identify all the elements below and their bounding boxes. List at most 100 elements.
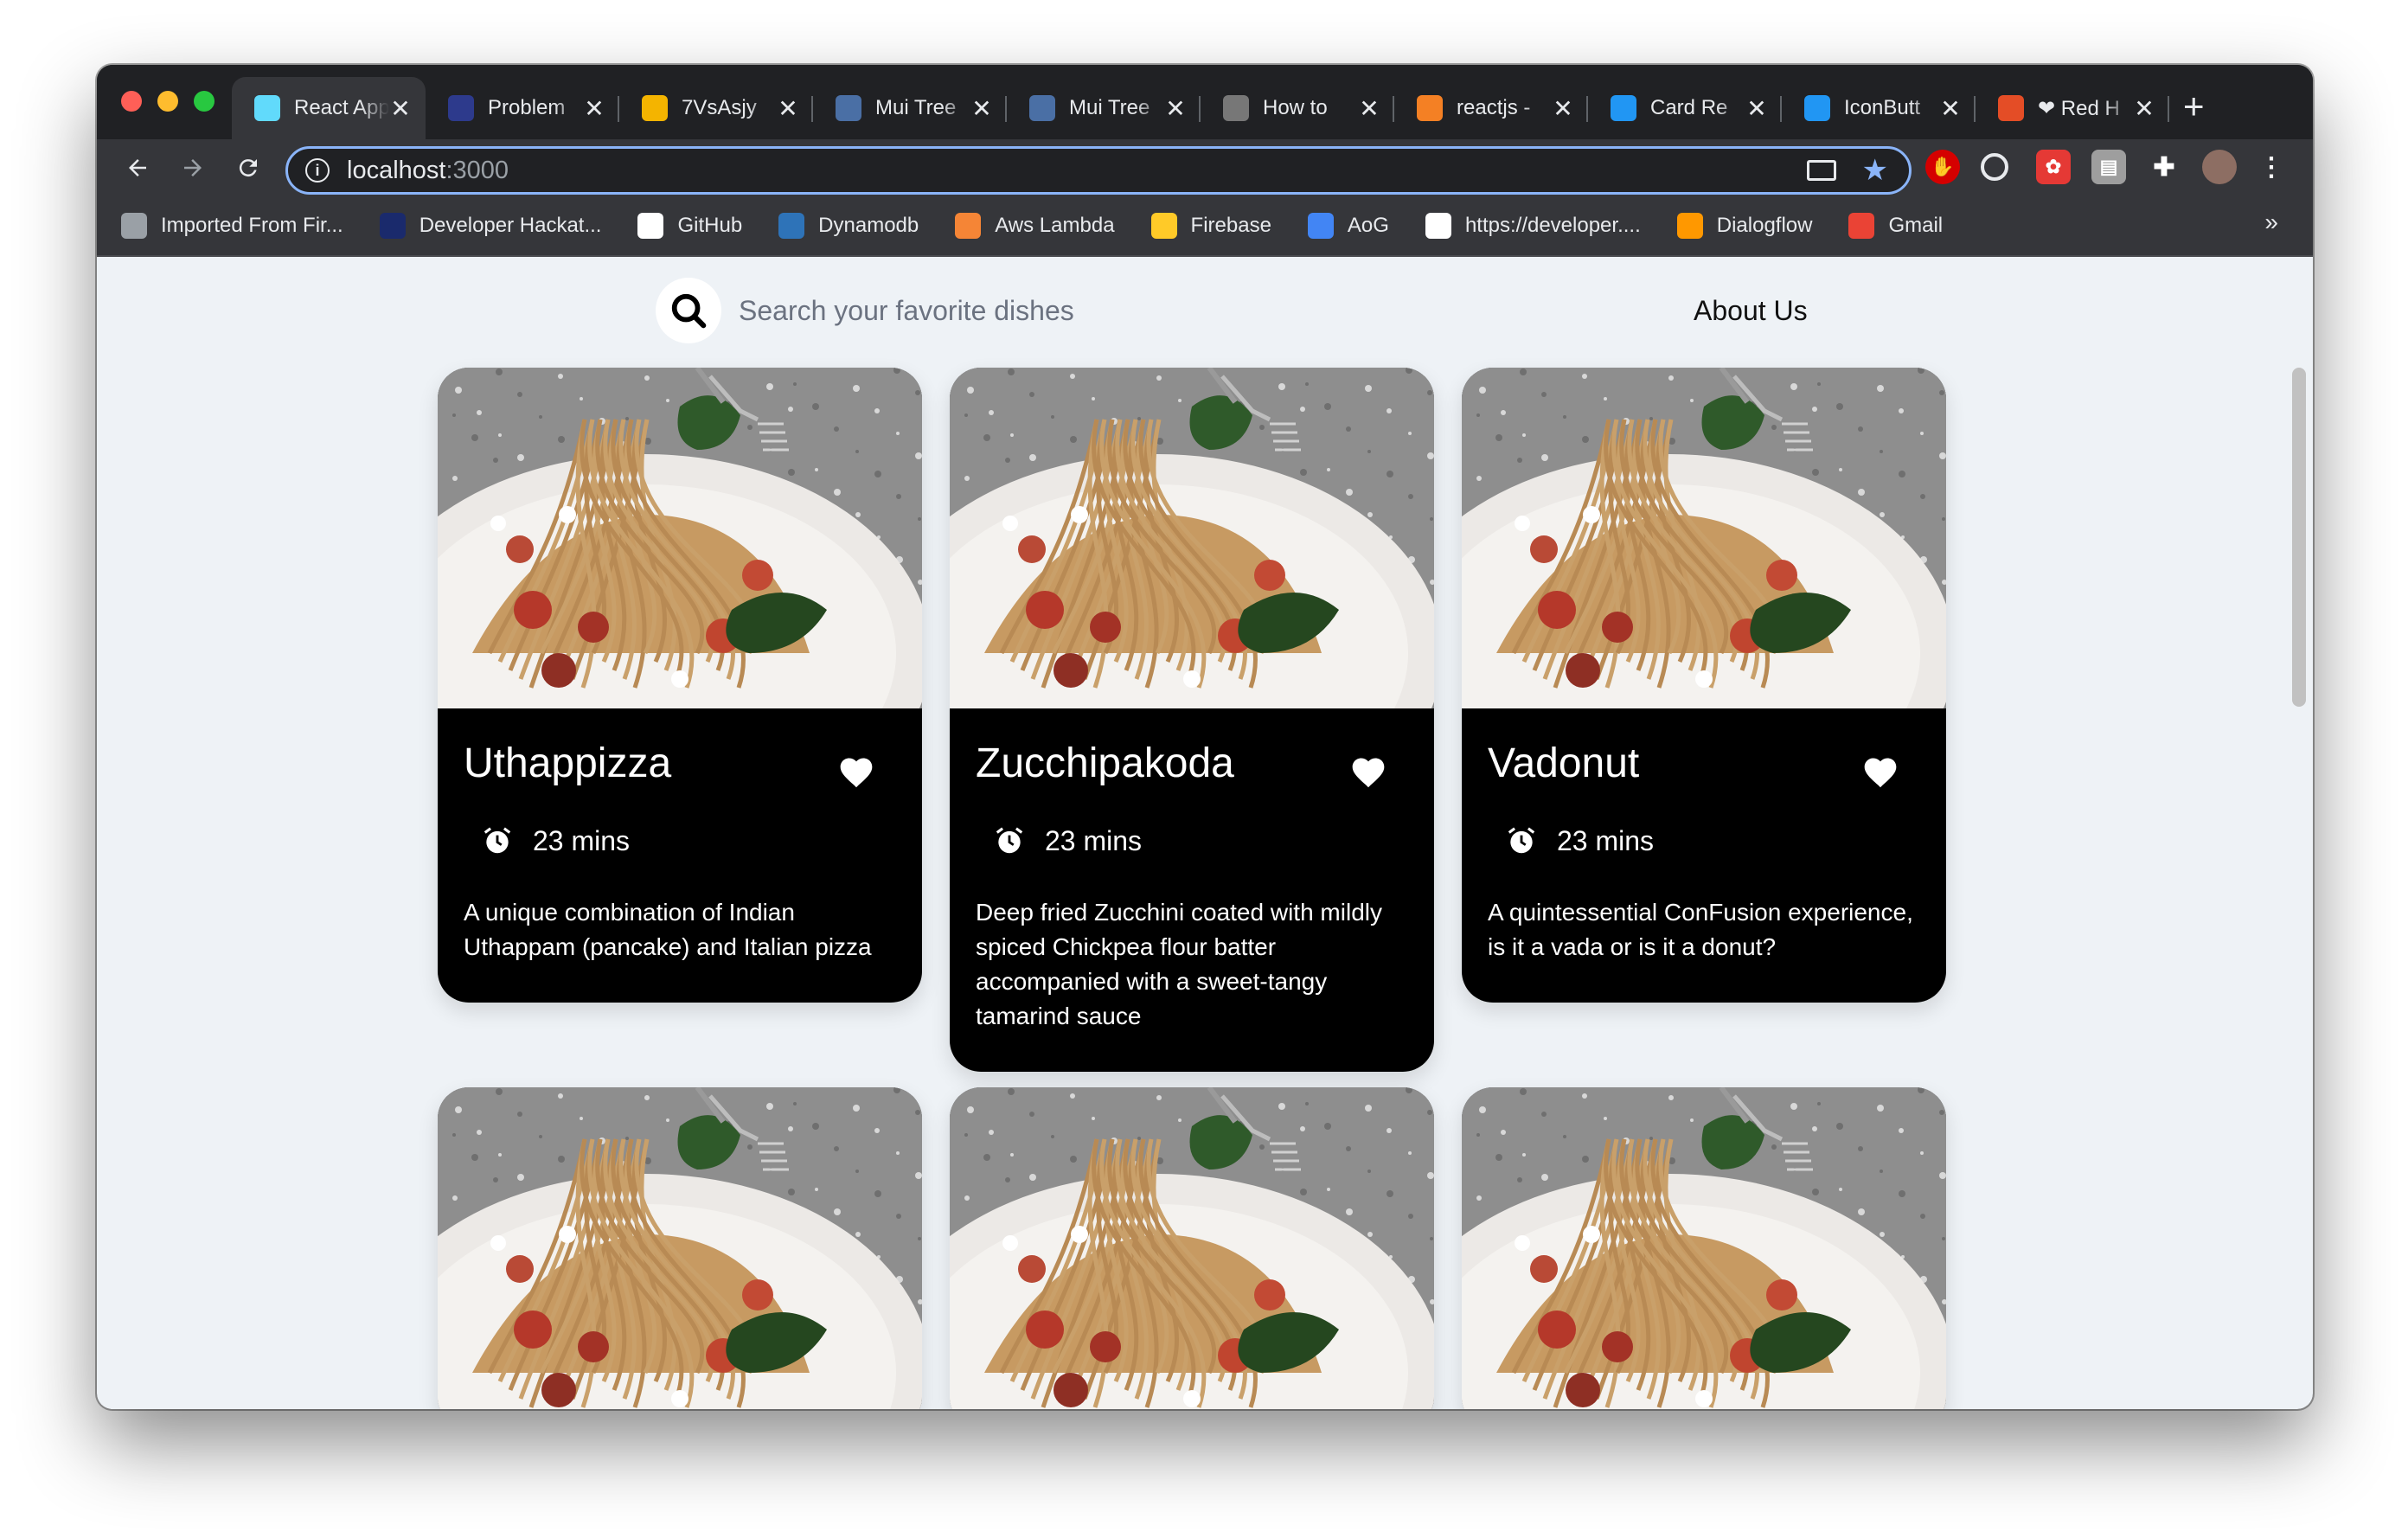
url-text[interactable]: localhost:3000: [347, 157, 509, 185]
adblock-extension-icon[interactable]: ✋: [1925, 150, 1960, 184]
dish-photo-art: [438, 1087, 922, 1409]
dish-card[interactable]: Vadonut 23 mins A quintessential ConFusi…: [1462, 368, 1946, 1003]
close-tab-icon[interactable]: ✕: [2133, 94, 2155, 123]
dish-card[interactable]: [1462, 1087, 1946, 1409]
search-input[interactable]: [739, 285, 1275, 336]
search-icon: [671, 293, 707, 329]
page-scrollbar[interactable]: [2292, 368, 2306, 707]
bookmark-item[interactable]: Aws Lambda: [955, 213, 1115, 239]
browser-tab[interactable]: Problem ✕: [426, 77, 619, 139]
close-tab-icon[interactable]: ✕: [1939, 94, 1962, 123]
bookmark-item[interactable]: AoG: [1307, 213, 1389, 239]
bookmark-item[interactable]: GitHub: [637, 213, 742, 239]
address-bar[interactable]: i localhost:3000 ★: [285, 146, 1912, 195]
tab-title: reactjs -: [1457, 96, 1531, 119]
reload-button[interactable]: [227, 146, 270, 189]
bookmark-item[interactable]: Dialogflow: [1676, 213, 1813, 239]
browser-tab[interactable]: ❤ Red H ✕: [1976, 77, 2169, 139]
dish-card-body: Zucchipakoda 23 mins Deep fried Zucchini…: [950, 708, 1434, 1072]
bookmark-item[interactable]: https://developer....: [1425, 213, 1641, 239]
github-icon: [637, 213, 664, 239]
close-tab-icon[interactable]: ✕: [1358, 94, 1380, 123]
bookmark-star-icon[interactable]: ★: [1862, 156, 1888, 185]
gmail-icon: [1848, 213, 1875, 239]
close-tab-icon[interactable]: ✕: [1164, 94, 1187, 123]
cook-time: 23 mins: [993, 824, 1408, 857]
browser-tab[interactable]: Card Re ✕: [1588, 77, 1782, 139]
about-us-link[interactable]: About Us: [1694, 295, 1808, 327]
dish-description: A quintessential ConFusion experience, i…: [1488, 899, 1913, 960]
cook-time-value: 23 mins: [1557, 824, 1655, 856]
bookmark-item[interactable]: Firebase: [1150, 213, 1271, 239]
close-tab-icon[interactable]: ✕: [1745, 94, 1768, 123]
bookmarks-overflow-button[interactable]: »: [2264, 208, 2278, 236]
tab-title: Card Re: [1650, 96, 1728, 119]
search-bar: [656, 278, 1275, 343]
dialogflow-icon: [1676, 213, 1703, 239]
dish-card[interactable]: [438, 1087, 922, 1409]
dish-card[interactable]: Zucchipakoda 23 mins Deep fried Zucchini…: [950, 368, 1434, 1072]
favorite-heart-icon[interactable]: [1861, 753, 1899, 791]
bookmark-label: AoG: [1347, 214, 1389, 237]
bookmark-label: Developer Hackat...: [419, 214, 602, 237]
tab-title: 7VsAsjy: [682, 96, 757, 119]
search-button[interactable]: [656, 278, 721, 343]
dish-photo-art: [1462, 1087, 1946, 1409]
google-assistant-icon: [1307, 213, 1334, 239]
browser-tab[interactable]: Mui Tree ✕: [1007, 77, 1201, 139]
browser-tab[interactable]: reactjs - ✕: [1394, 77, 1588, 139]
tab-title: React App: [294, 96, 389, 119]
dish-card[interactable]: [950, 1087, 1434, 1409]
problem-icon: [448, 95, 474, 121]
forward-button[interactable]: [171, 146, 215, 189]
pinwheel-icon: [642, 95, 668, 121]
bookmark-label: Dialogflow: [1716, 214, 1813, 237]
bookmark-item[interactable]: Imported From Fir...: [121, 213, 343, 239]
profile-avatar[interactable]: [2202, 150, 2237, 184]
browser-tab[interactable]: How to ✕: [1201, 77, 1394, 139]
minimize-window-button[interactable]: [157, 91, 178, 112]
close-tab-icon[interactable]: ✕: [1552, 94, 1574, 123]
browser-tab[interactable]: React App ✕: [232, 77, 426, 139]
favorite-heart-icon[interactable]: [1349, 753, 1387, 791]
dish-image: [1462, 368, 1946, 708]
browser-tab[interactable]: IconButt ✕: [1782, 77, 1976, 139]
browser-menu-icon[interactable]: ⋮: [2254, 150, 2289, 184]
dish-photo-art: [950, 368, 1434, 708]
forward-arrow-icon: [184, 159, 202, 176]
close-tab-icon[interactable]: ✕: [777, 94, 799, 123]
reload-icon: [239, 159, 257, 177]
dish-image: [438, 1087, 922, 1409]
cast-icon[interactable]: [1806, 160, 1836, 181]
url-host: localhost: [347, 156, 446, 184]
favorite-heart-icon[interactable]: [837, 753, 875, 791]
red-extension-icon[interactable]: ✿: [2036, 150, 2071, 184]
bookmark-item[interactable]: Dynamodb: [778, 213, 919, 239]
maximize-window-button[interactable]: [194, 91, 215, 112]
bookmarks-bar: Imported From Fir... Developer Hackat... G…: [97, 196, 2313, 257]
bookmark-item[interactable]: Gmail: [1848, 213, 1943, 239]
hackathon-icon: [379, 213, 406, 239]
close-tab-icon[interactable]: ✕: [583, 94, 605, 123]
close-window-button[interactable]: [121, 91, 142, 112]
browser-toolbar: i localhost:3000 ★ ✋ ✿ ▤ ✚ ⋮: [97, 139, 2313, 196]
dynamodb-icon: [778, 213, 805, 239]
extensions-puzzle-icon[interactable]: ✚: [2147, 150, 2181, 184]
alarm-clock-icon: [1508, 827, 1535, 854]
browser-tab[interactable]: Mui Tree ✕: [813, 77, 1007, 139]
gray-extension-icon[interactable]: ▤: [2091, 150, 2126, 184]
dish-card[interactable]: Uthappizza 23 mins A unique combination …: [438, 368, 922, 1003]
back-button[interactable]: [116, 146, 159, 189]
window-controls: [121, 91, 215, 112]
bookmark-label: Dynamodb: [818, 214, 919, 237]
tab-title: IconButt: [1844, 96, 1921, 119]
close-tab-icon[interactable]: ✕: [389, 94, 412, 123]
bookmark-item[interactable]: Developer Hackat...: [379, 213, 602, 239]
dish-name: Uthappizza: [464, 740, 672, 786]
close-tab-icon[interactable]: ✕: [970, 94, 993, 123]
site-info-icon[interactable]: i: [305, 158, 330, 183]
bookmark-label: GitHub: [677, 214, 743, 237]
target-extension-icon[interactable]: [1981, 153, 2008, 181]
new-tab-button[interactable]: +: [2183, 86, 2205, 127]
browser-tab[interactable]: 7VsAsjy ✕: [619, 77, 813, 139]
